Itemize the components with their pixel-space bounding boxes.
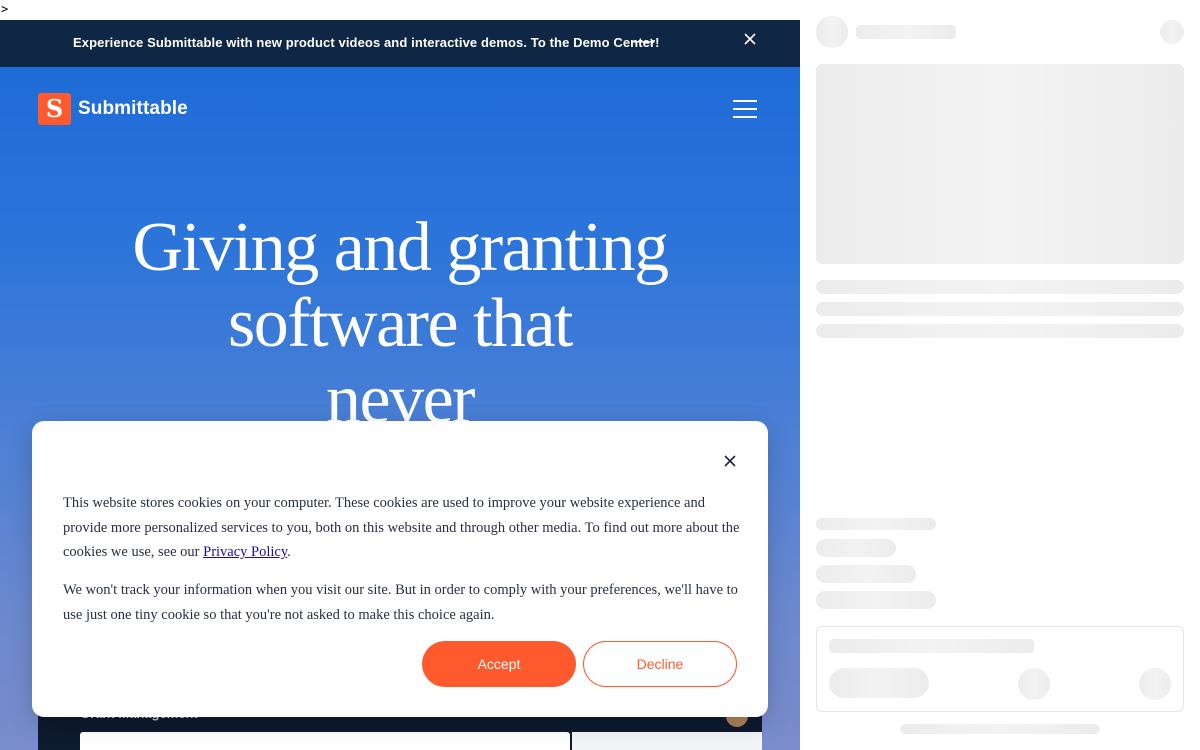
cookie-text: This website stores cookies on your comp… <box>63 491 743 565</box>
skeleton-line <box>829 639 1034 653</box>
promo-text[interactable]: Experience Submittable with new product … <box>73 35 660 50</box>
skeleton-line <box>900 724 1100 734</box>
stray-text: > <box>0 0 800 20</box>
hero-title: Giving and granting software that never <box>100 210 700 438</box>
hamburger-menu-icon[interactable] <box>733 100 759 122</box>
skeleton-line <box>816 302 1184 316</box>
skeleton-line <box>856 25 956 39</box>
screen: > Experience Submittable with new produc… <box>0 0 1200 750</box>
decline-button[interactable]: Decline <box>583 641 737 687</box>
hero-title-line: Giving and granting <box>132 209 669 286</box>
frame-side <box>572 732 762 750</box>
promo-banner: Experience Submittable with new product … <box>0 20 800 67</box>
cookie-consent-dialog: This website stores cookies on your comp… <box>32 421 768 717</box>
skeleton-line <box>816 591 936 609</box>
skeleton-image <box>816 64 1184 264</box>
cookie-text-end: . <box>287 544 291 560</box>
accept-button[interactable]: Accept <box>422 641 576 687</box>
site-header: S Submittable <box>0 67 800 147</box>
skeleton-line <box>816 324 1184 338</box>
skeleton-line <box>816 518 936 530</box>
skeleton-line <box>816 565 916 583</box>
frame-body <box>80 732 570 750</box>
privacy-policy-link[interactable]: Privacy Policy <box>203 544 287 560</box>
skeleton-line <box>816 539 896 557</box>
cookie-text-main: This website stores cookies on your comp… <box>63 495 740 560</box>
logo-mark-icon: S <box>38 93 71 125</box>
skeleton-avatar <box>816 16 848 48</box>
logo[interactable]: S Submittable <box>38 93 188 125</box>
skeleton-dot <box>1018 668 1050 700</box>
cookie-tracking-text: We won't track your information when you… <box>63 582 738 623</box>
close-icon[interactable] <box>742 31 762 51</box>
loading-skeleton-panel <box>800 0 1200 750</box>
close-icon[interactable] <box>722 453 738 469</box>
arrow-right-icon[interactable]: ⟶ <box>632 32 655 52</box>
hero-title-line: software that <box>228 285 573 362</box>
skeleton-card <box>816 626 1184 712</box>
skeleton-dot <box>1160 20 1184 44</box>
skeleton-dot <box>1139 668 1171 700</box>
skeleton-line <box>816 280 1184 294</box>
logo-text: Submittable <box>78 98 188 119</box>
skeleton-button <box>829 668 929 698</box>
logo-glyph: S <box>45 94 64 123</box>
